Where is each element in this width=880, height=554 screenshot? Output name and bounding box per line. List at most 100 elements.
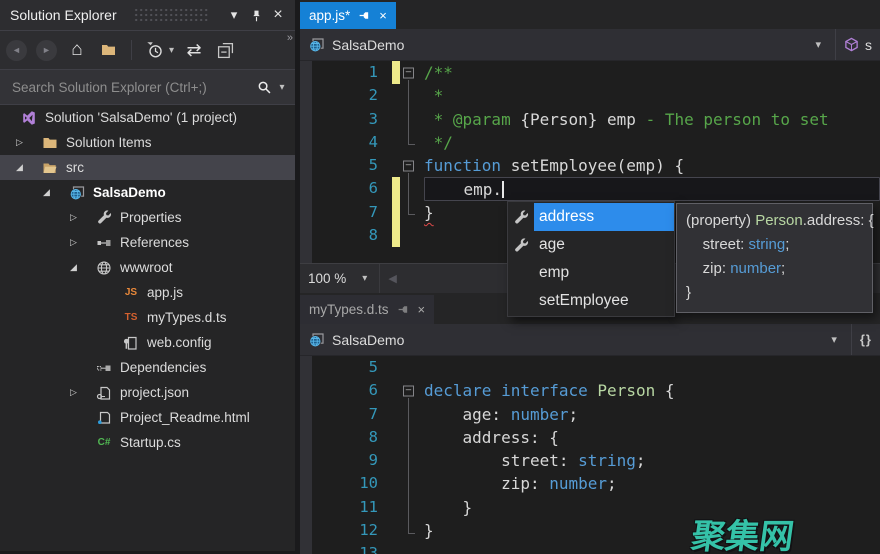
tab-pin-icon[interactable] (397, 303, 410, 316)
code-line-6[interactable]: 6 emp. (300, 177, 880, 200)
member-label: s (865, 37, 872, 53)
watermark: 聚集网 (689, 509, 798, 554)
code-line-2[interactable]: 2 * (300, 84, 880, 107)
tree-item-web-config[interactable]: web.config (0, 330, 295, 355)
tab-close-icon[interactable]: × (418, 302, 426, 317)
toolbar-overflow-icon[interactable]: » (287, 32, 291, 44)
symbol-dropdown[interactable]: {} (852, 332, 872, 347)
line-number: 1 (312, 61, 392, 84)
code-text: street: string; (424, 449, 880, 472)
tree-item-project-readme-html[interactable]: Project_Readme.html (0, 405, 295, 430)
code-line-5[interactable]: 5 (300, 356, 880, 379)
tree-item-references[interactable]: ▷References (0, 230, 295, 255)
collapse-box-icon[interactable]: – (403, 160, 414, 171)
tree-expanded-arrow-icon[interactable]: ◢ (43, 187, 68, 198)
tree-item-mytypes-d-ts[interactable]: TSmyTypes.d.ts (0, 305, 295, 330)
completion-label: setEmployee (534, 287, 674, 315)
line-number: 7 (312, 403, 392, 426)
completion-item-age[interactable]: age (508, 231, 674, 259)
member-dropdown[interactable]: s (836, 37, 872, 53)
search-input[interactable] (10, 79, 253, 96)
tree-collapsed-arrow-icon[interactable]: ▷ (16, 137, 41, 148)
tree-item-solution-salsademo-1-project[interactable]: Solution 'SalsaDemo' (1 project) (0, 105, 295, 130)
tree-collapsed-arrow-icon[interactable]: ▷ (70, 212, 95, 223)
fold-margin[interactable]: – (400, 379, 424, 402)
tab-close-icon[interactable]: × (379, 8, 387, 23)
tree-item-app-js[interactable]: JSapp.js (0, 280, 295, 305)
line-marker-spacer (392, 472, 400, 495)
solution-tree: Solution 'SalsaDemo' (1 project)▷Solutio… (0, 105, 295, 455)
project-dropdown[interactable]: SalsaDemo (332, 37, 404, 53)
property-wrench-icon (508, 203, 534, 231)
completion-icon-spacer (508, 259, 534, 287)
close-icon[interactable]: × (267, 4, 289, 26)
code-text: } (424, 496, 880, 519)
pin-icon[interactable] (245, 4, 267, 26)
pending-changes-filter-icon[interactable] (144, 39, 166, 61)
code-line-4[interactable]: 4 */ (300, 131, 880, 154)
collapse-all-icon[interactable] (214, 39, 236, 61)
search-icon[interactable] (253, 76, 275, 98)
tree-item-src[interactable]: ◢src (0, 155, 295, 180)
code-line-9[interactable]: 9 street: string; (300, 449, 880, 472)
tree-item-dependencies[interactable]: Dependencies (0, 355, 295, 380)
code-line-8[interactable]: 8 address: { (300, 426, 880, 449)
zoom-select[interactable]: 100 % ▾ (300, 264, 380, 293)
tree-item-project-json[interactable]: ▷ project.json (0, 380, 295, 405)
tree-item-label: Startup.cs (120, 435, 181, 450)
completion-item-emp[interactable]: emp (508, 259, 674, 287)
quick-info-line: street: string; (686, 233, 863, 257)
line-number: 5 (312, 154, 392, 177)
tree-item-label: project.json (120, 385, 189, 400)
solution-explorer-titlebar[interactable]: Solution Explorer ▾ × (0, 0, 295, 30)
new-folder-icon[interactable] (97, 39, 119, 61)
text-cursor (502, 181, 504, 198)
tree-item-solution-items[interactable]: ▷Solution Items (0, 130, 295, 155)
tree-item-wwwroot[interactable]: ◢wwwroot (0, 255, 295, 280)
code-line-6[interactable]: 6–declare interface Person { (300, 379, 880, 402)
braces-icon: {} (860, 332, 872, 347)
tab-mytypes[interactable]: myTypes.d.ts × (300, 295, 434, 324)
tree-item-startup-cs[interactable]: C#Startup.cs (0, 430, 295, 455)
tree-collapsed-arrow-icon[interactable]: ▷ (70, 387, 95, 398)
code-line-3[interactable]: 3 * @param {Person} emp - The person to … (300, 108, 880, 131)
code-editor-mytypes[interactable]: 聚集网 56–declare interface Person {7 age: … (300, 356, 880, 554)
fold-margin[interactable]: – (400, 61, 424, 84)
filter-chevron-icon[interactable]: ▾ (169, 45, 174, 56)
tree-expanded-arrow-icon[interactable]: ◢ (16, 162, 41, 173)
code-line-10[interactable]: 10 zip: number; (300, 472, 880, 495)
search-options-chevron-icon[interactable]: ▾ (275, 76, 289, 98)
tree-item-salsademo[interactable]: ◢SalsaDemo (0, 180, 295, 205)
tab-pin-icon[interactable] (358, 9, 371, 22)
sync-with-active-document-icon[interactable]: ⇄ (183, 39, 205, 61)
tree-collapsed-arrow-icon[interactable]: ▷ (70, 237, 95, 248)
line-marker-spacer (392, 403, 400, 426)
line-number: 8 (312, 224, 392, 247)
fold-margin[interactable]: – (400, 154, 424, 177)
tree-expanded-arrow-icon[interactable]: ◢ (70, 262, 95, 273)
forward-button[interactable]: ► (36, 40, 57, 61)
code-line-5[interactable]: 5–function setEmployee(emp) { (300, 154, 880, 177)
fold-margin (400, 472, 424, 495)
navbar-chevron-icon[interactable]: ▾ (817, 333, 851, 346)
code-line-1[interactable]: 1–/** (300, 61, 880, 84)
code-line-7[interactable]: 7 age: number; (300, 403, 880, 426)
back-button[interactable]: ◄ (6, 40, 27, 61)
tree-item-properties[interactable]: ▷ Properties (0, 205, 295, 230)
collapse-box-icon[interactable]: – (403, 67, 414, 78)
fold-margin (400, 403, 424, 426)
tree-item-label: myTypes.d.ts (147, 310, 227, 325)
window-position-chevron-icon[interactable]: ▾ (223, 4, 245, 26)
scroll-left-arrow-icon[interactable]: ◀ (380, 272, 396, 285)
collapse-box-icon[interactable]: – (403, 385, 414, 396)
completion-item-setemployee[interactable]: setEmployee (508, 287, 674, 315)
navbar-chevron-icon[interactable]: ▾ (801, 38, 835, 51)
completion-item-address[interactable]: address (508, 203, 674, 231)
tab-appjs[interactable]: app.js* × (300, 2, 396, 29)
wrench-icon (95, 210, 113, 226)
code-line-13[interactable]: 13 (300, 542, 880, 554)
line-number: 12 (312, 519, 392, 542)
tree-item-label: Properties (120, 210, 182, 225)
project-dropdown[interactable]: SalsaDemo (332, 332, 404, 348)
home-button[interactable]: ⌂ (66, 39, 88, 61)
